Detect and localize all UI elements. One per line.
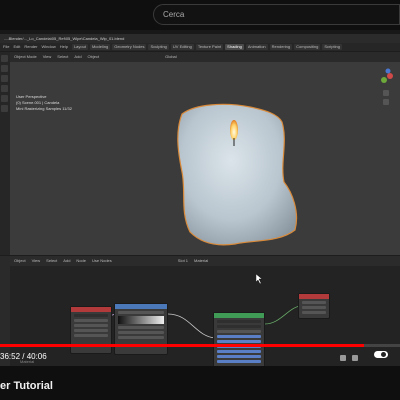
menu-render[interactable]: Render bbox=[24, 44, 37, 50]
node-socket-row bbox=[74, 329, 108, 332]
node-socket-row bbox=[118, 311, 164, 314]
seek-bar-progress bbox=[0, 344, 364, 347]
node-socket-row bbox=[217, 320, 261, 323]
tab-rendering[interactable]: Rendering bbox=[269, 44, 293, 50]
node-side-panel bbox=[0, 256, 10, 366]
node-socket-row bbox=[74, 314, 108, 317]
navigation-gizmo[interactable] bbox=[376, 68, 396, 108]
node-socket-row bbox=[118, 326, 164, 329]
menu-edit[interactable]: Edit bbox=[13, 44, 20, 50]
node-socket-row bbox=[74, 334, 108, 337]
window-title: ...-Blender/..._Lo_Candela\05_Ref\05_Wip… bbox=[0, 34, 400, 43]
menu-window[interactable]: Window bbox=[41, 44, 55, 50]
node-socket-row bbox=[302, 301, 326, 304]
link-texture-bsdf bbox=[167, 313, 216, 339]
color-ramp[interactable] bbox=[118, 316, 164, 324]
autoplay-toggle[interactable] bbox=[374, 351, 388, 358]
axis-z-icon bbox=[385, 68, 391, 74]
menu-help[interactable]: Help bbox=[60, 44, 68, 50]
top-bar: Cerca bbox=[0, 0, 400, 30]
node-socket-row bbox=[217, 330, 261, 333]
node-menu-node[interactable]: Node bbox=[76, 258, 86, 264]
link-bsdf-output bbox=[264, 305, 301, 325]
seek-bar[interactable] bbox=[0, 344, 400, 347]
node-header bbox=[71, 307, 111, 312]
node-socket-row bbox=[217, 335, 261, 338]
axis-x-icon bbox=[387, 73, 393, 79]
node-header bbox=[214, 313, 264, 318]
tab-scripting[interactable]: Scripting bbox=[322, 44, 342, 50]
select-tool-icon[interactable] bbox=[1, 55, 8, 62]
shader-editor[interactable]: Object View Select Add Node Use Nodes Sl… bbox=[10, 256, 400, 366]
image-texture-node[interactable] bbox=[114, 303, 168, 355]
tab-uv-editing[interactable]: UV Editing bbox=[170, 44, 194, 50]
node-socket-row bbox=[217, 360, 261, 363]
node-socket-row bbox=[217, 350, 261, 353]
node-socket-row bbox=[217, 340, 261, 343]
zoom-icon bbox=[383, 90, 389, 96]
node-socket-row bbox=[217, 325, 261, 328]
blender-window: ...-Blender/..._Lo_Candela\05_Ref\05_Wip… bbox=[0, 34, 400, 366]
tab-texture-paint[interactable]: Texture Paint bbox=[195, 44, 224, 50]
node-socket-row bbox=[217, 355, 261, 358]
node-socket-row bbox=[118, 336, 164, 339]
tab-compositing[interactable]: Compositing bbox=[294, 44, 321, 50]
time-display: 36:52 / 40:06 bbox=[0, 352, 47, 361]
node-menu-add[interactable]: Add bbox=[63, 258, 70, 264]
tab-geometry-nodes[interactable]: Geometry Nodes bbox=[112, 44, 147, 50]
workspace-tabs: Layout Modeling Geometry Nodes Sculpting… bbox=[71, 44, 342, 50]
editor-mode[interactable]: Object bbox=[14, 258, 26, 264]
use-nodes-toggle[interactable]: Use Nodes bbox=[92, 258, 112, 264]
scale-tool-icon[interactable] bbox=[1, 95, 8, 102]
axis-y-icon bbox=[381, 77, 387, 83]
toolbar bbox=[0, 52, 10, 255]
video-title: er Tutorial bbox=[0, 380, 53, 392]
node-menu-select[interactable]: Select bbox=[46, 258, 57, 264]
slot-selector[interactable]: Slot 1 bbox=[178, 258, 188, 264]
material-selector[interactable]: Material bbox=[194, 258, 208, 264]
candle-render bbox=[177, 103, 298, 246]
material-output-node[interactable] bbox=[298, 293, 330, 319]
node-menu-view[interactable]: View bbox=[32, 258, 41, 264]
node-header bbox=[115, 304, 167, 309]
principled-bsdf-node[interactable] bbox=[213, 312, 265, 366]
settings-icon[interactable] bbox=[340, 355, 346, 361]
menu-bar: File Edit Render Window Help Layout Mode… bbox=[0, 43, 400, 51]
transform-tool-icon[interactable] bbox=[1, 105, 8, 112]
tab-animation[interactable]: Animation bbox=[245, 44, 268, 50]
tab-modeling[interactable]: Modeling bbox=[89, 44, 111, 50]
search-input[interactable]: Cerca bbox=[153, 4, 400, 25]
video-player[interactable]: ...-Blender/..._Lo_Candela\05_Ref\05_Wip… bbox=[0, 30, 400, 366]
pan-icon bbox=[383, 99, 389, 105]
candle-flame bbox=[230, 120, 238, 140]
node-header bbox=[299, 294, 329, 299]
node-socket-row bbox=[118, 331, 164, 334]
node-socket-row bbox=[302, 311, 326, 314]
rotate-tool-icon[interactable] bbox=[1, 85, 8, 92]
node-socket-row bbox=[74, 324, 108, 327]
node-socket-row bbox=[302, 306, 326, 309]
move-tool-icon[interactable] bbox=[1, 75, 8, 82]
tab-layout[interactable]: Layout bbox=[71, 44, 88, 50]
tab-sculpting[interactable]: Sculpting bbox=[148, 44, 169, 50]
tab-shading[interactable]: Shading bbox=[225, 44, 244, 50]
shader-editor-header: Object View Select Add Node Use Nodes Sl… bbox=[10, 256, 400, 266]
captions-icon[interactable] bbox=[352, 355, 358, 361]
3d-viewport[interactable]: Object Mode View Select Add Object Globa… bbox=[10, 52, 400, 255]
cursor-tool-icon[interactable] bbox=[1, 65, 8, 72]
menu-file[interactable]: File bbox=[3, 44, 9, 50]
mouse-cursor-icon bbox=[256, 274, 263, 284]
node-links bbox=[91, 305, 301, 339]
node-socket-row bbox=[74, 319, 108, 322]
